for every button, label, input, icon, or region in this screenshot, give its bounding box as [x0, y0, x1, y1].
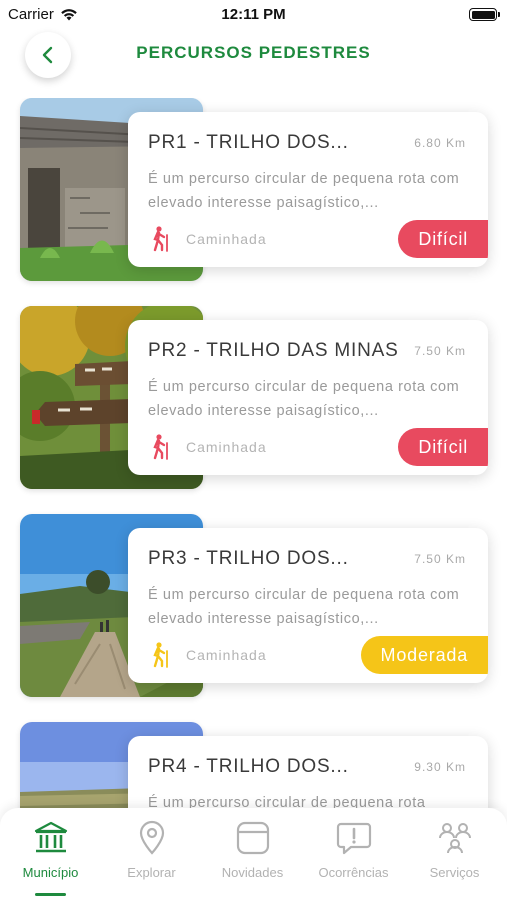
- tab-novidades[interactable]: Novidades: [202, 820, 303, 890]
- page-title: PERCURSOS PEDESTRES: [136, 43, 371, 62]
- tab-label: Município: [22, 865, 79, 880]
- tab-label: Serviços: [429, 865, 480, 880]
- difficulty-badge: Difícil: [398, 428, 488, 466]
- trail-activity: Caminhada: [186, 439, 267, 455]
- map-pin-icon: [139, 820, 164, 855]
- trail-item[interactable]: PR4 - TRILHO DOS... 9.30 Km É um percurs…: [20, 722, 490, 808]
- trail-name: PR1 - TRILHO DOS...: [148, 132, 349, 153]
- news-icon: [236, 821, 269, 855]
- tab-municipio[interactable]: Município: [0, 820, 101, 896]
- difficulty-badge: Moderada: [360, 636, 488, 674]
- trail-distance: 6.80 Km: [414, 136, 466, 150]
- status-bar: Carrier 12:11 PM: [0, 0, 507, 30]
- trail-name: PR4 - TRILHO DOS...: [148, 756, 349, 777]
- trail-description: É um percurso circular de pequena rota c…: [148, 171, 460, 211]
- services-icon: [438, 823, 471, 854]
- trail-distance: 7.50 Km: [414, 344, 466, 358]
- municipality-building-icon: [34, 821, 67, 853]
- tab-label: Ocorrências: [318, 865, 389, 880]
- trail-item[interactable]: PR3 - TRILHO DOS... 7.50 Km É um percurs…: [20, 514, 490, 697]
- tab-label: Novidades: [221, 865, 284, 880]
- trail-card[interactable]: PR1 - TRILHO DOS... 6.80 Km É um percurs…: [128, 112, 488, 267]
- trail-name: PR2 - TRILHO DAS MINAS: [148, 340, 399, 361]
- tab-explorar[interactable]: Explorar: [101, 820, 202, 890]
- tab-servicos[interactable]: Serviços: [404, 820, 505, 890]
- trail-list[interactable]: PR1 - TRILHO DOS... 6.80 Km É um percurs…: [0, 98, 507, 808]
- trail-activity: Caminhada: [186, 231, 267, 247]
- hiker-icon: [153, 642, 168, 668]
- tab-label: Explorar: [127, 865, 176, 880]
- trail-card[interactable]: PR2 - TRILHO DAS MINAS 7.50 Km É um perc…: [128, 320, 488, 475]
- hiker-icon: [153, 226, 168, 252]
- trail-description: É um percurso circular de pequena rota c…: [148, 379, 460, 419]
- trail-description: É um percurso circular de pequena rota: [148, 795, 426, 808]
- trail-activity: Caminhada: [186, 647, 267, 663]
- trail-distance: 9.30 Km: [414, 760, 466, 774]
- header: PERCURSOS PEDESTRES: [0, 30, 507, 80]
- trail-item[interactable]: PR1 - TRILHO DOS... 6.80 Km É um percurs…: [20, 98, 490, 281]
- trail-card[interactable]: PR3 - TRILHO DOS... 7.50 Km É um percurs…: [128, 528, 488, 683]
- hiker-icon: [153, 434, 168, 460]
- trail-card[interactable]: PR4 - TRILHO DOS... 9.30 Km É um percurs…: [128, 736, 488, 808]
- trail-item[interactable]: PR2 - TRILHO DAS MINAS 7.50 Km É um perc…: [20, 306, 490, 489]
- tab-ocorrencias[interactable]: Ocorrências: [303, 820, 404, 890]
- battery-icon: [469, 8, 500, 21]
- status-time: 12:11 PM: [221, 6, 286, 23]
- difficulty-badge: Difícil: [398, 220, 488, 258]
- trail-name: PR3 - TRILHO DOS...: [148, 548, 349, 569]
- alert-message-icon: [336, 822, 371, 855]
- tab-bar: Município Explorar Novidades Ocorrências: [0, 808, 507, 900]
- active-tab-indicator: [35, 893, 66, 896]
- trail-description: É um percurso circular de pequena rota c…: [148, 587, 460, 627]
- trail-distance: 7.50 Km: [414, 552, 466, 566]
